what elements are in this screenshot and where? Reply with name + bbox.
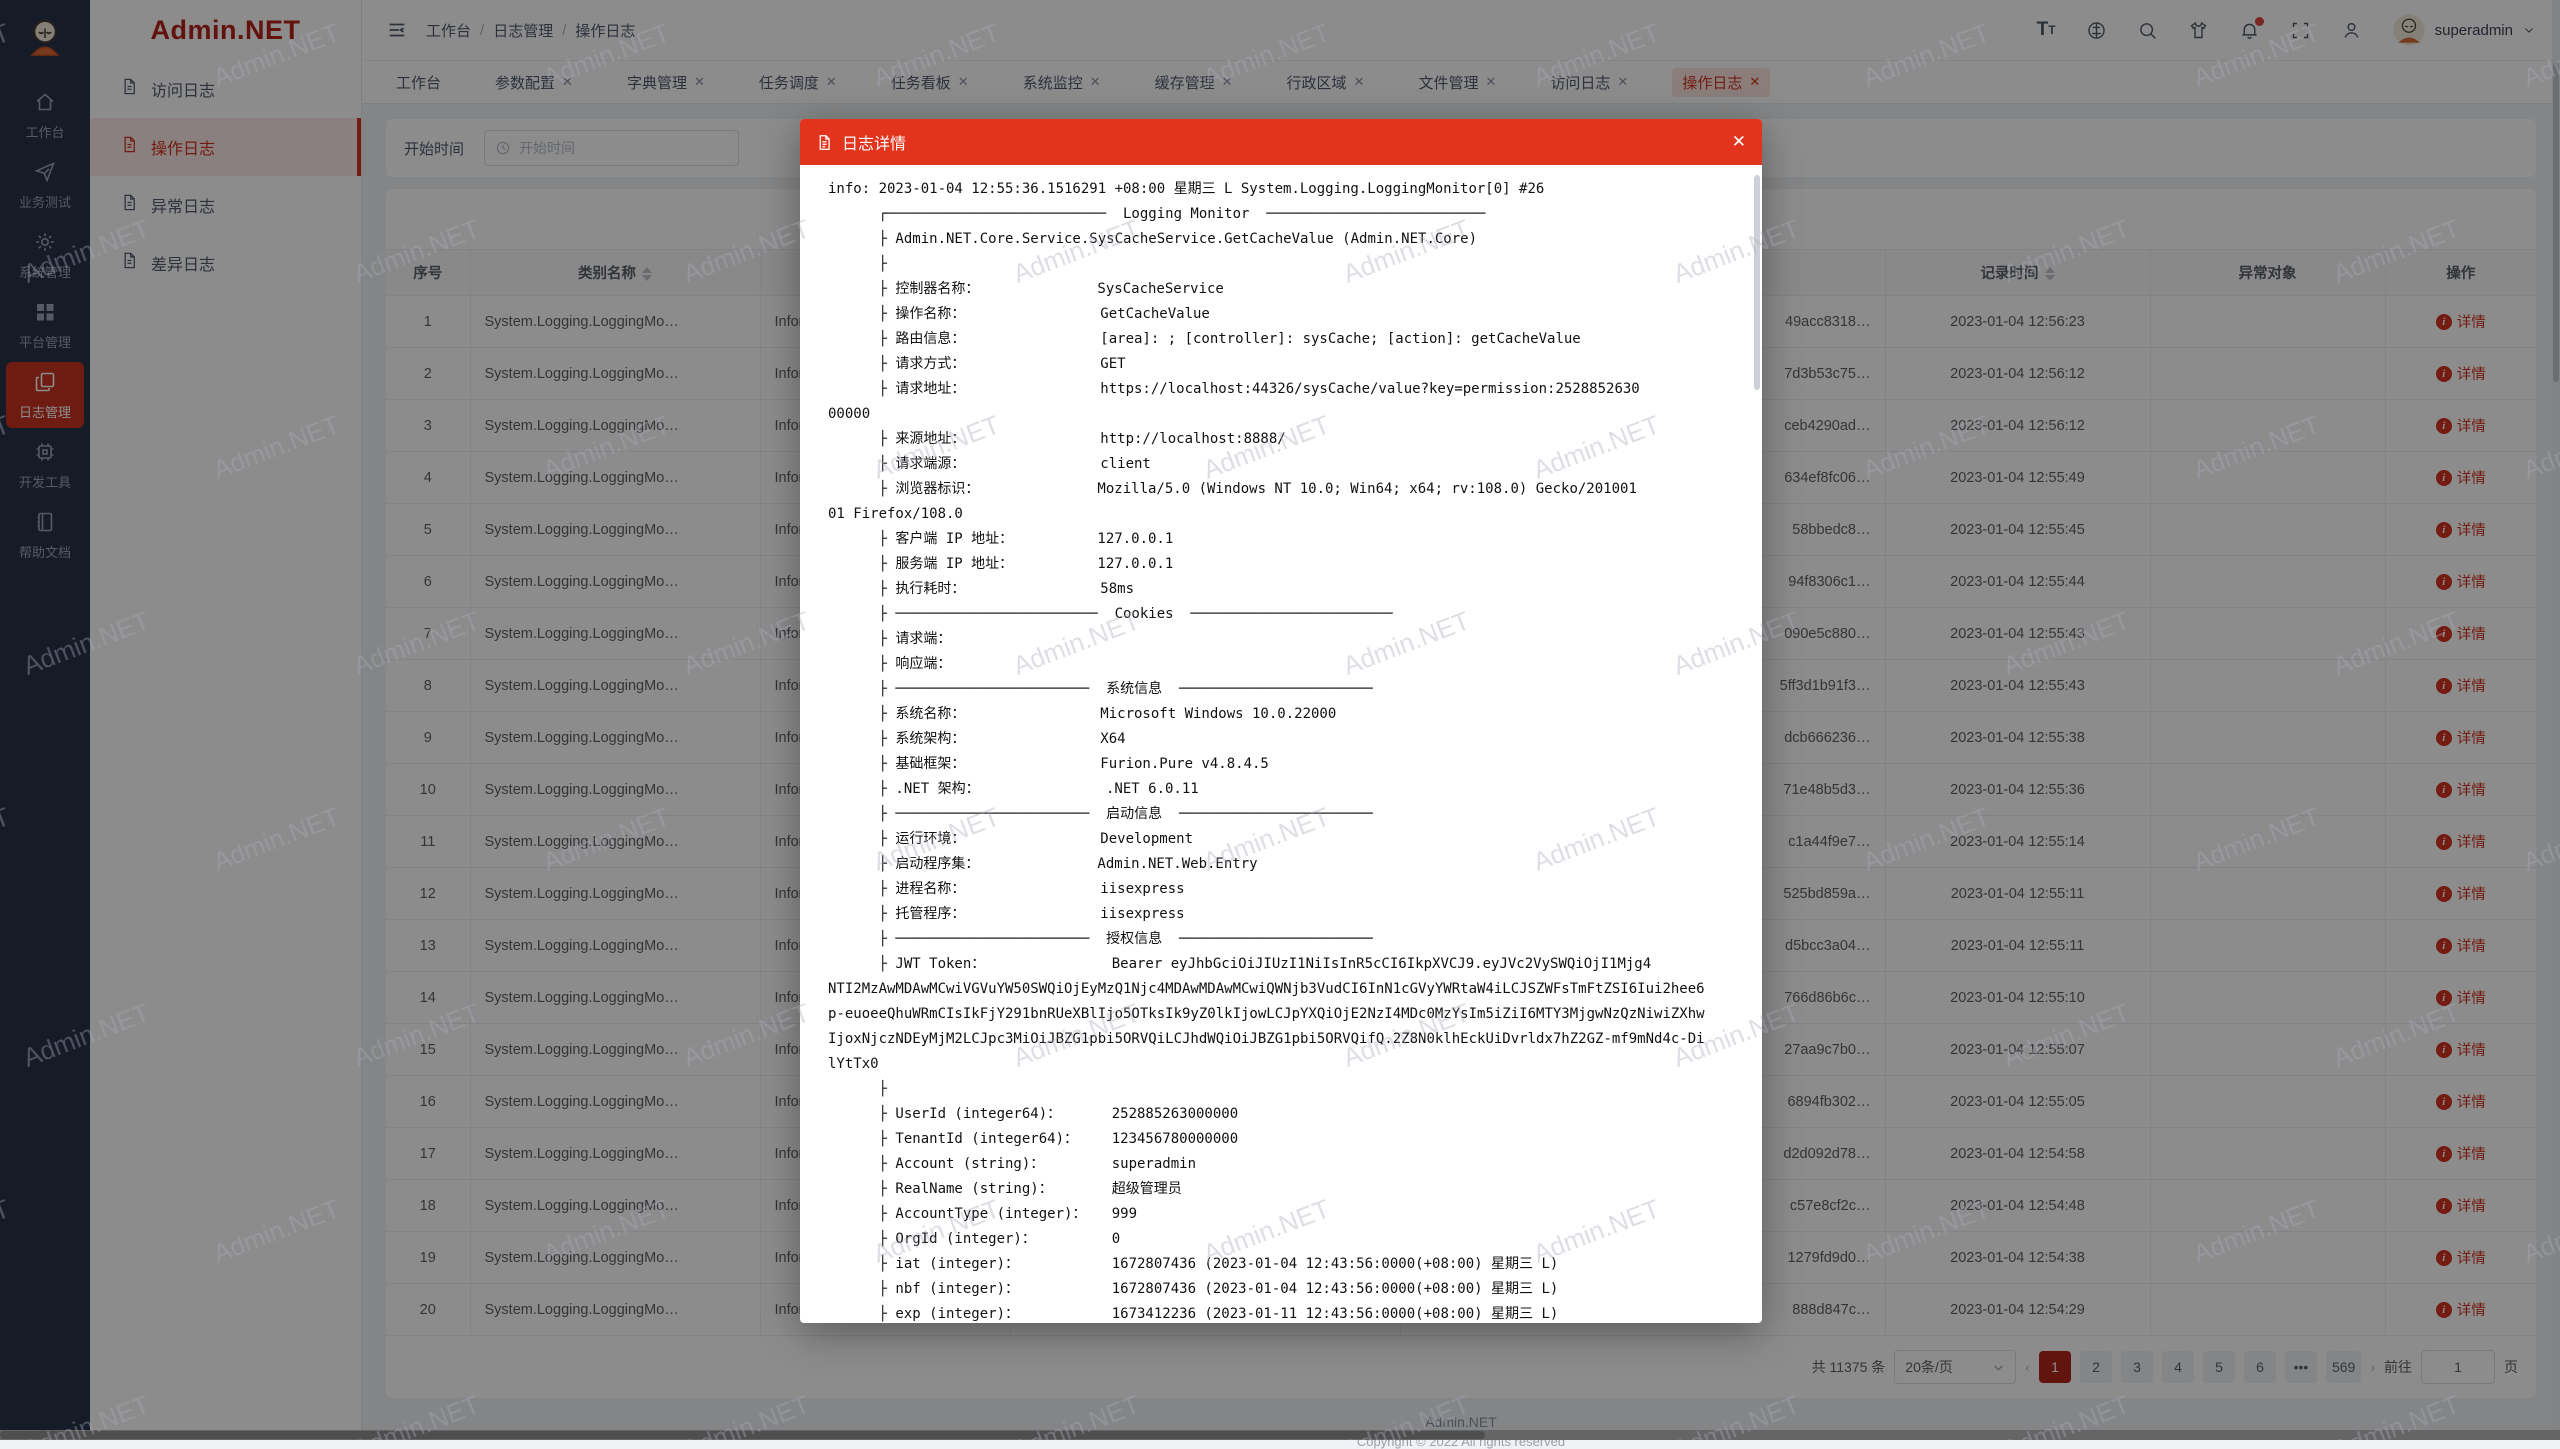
modal-header: 日志详情 ✕ xyxy=(800,119,1762,165)
modal-scrollbar-thumb[interactable] xyxy=(1754,175,1760,390)
log-detail-modal: 日志详情 ✕ info: 2023-01-04 12:55:36.1516291… xyxy=(800,119,1762,1323)
log-detail-text: info: 2023-01-04 12:55:36.1516291 +08:00… xyxy=(800,165,1762,1323)
modal-title: 日志详情 xyxy=(842,130,906,154)
document-icon xyxy=(816,134,833,151)
close-icon[interactable]: ✕ xyxy=(1732,132,1746,152)
